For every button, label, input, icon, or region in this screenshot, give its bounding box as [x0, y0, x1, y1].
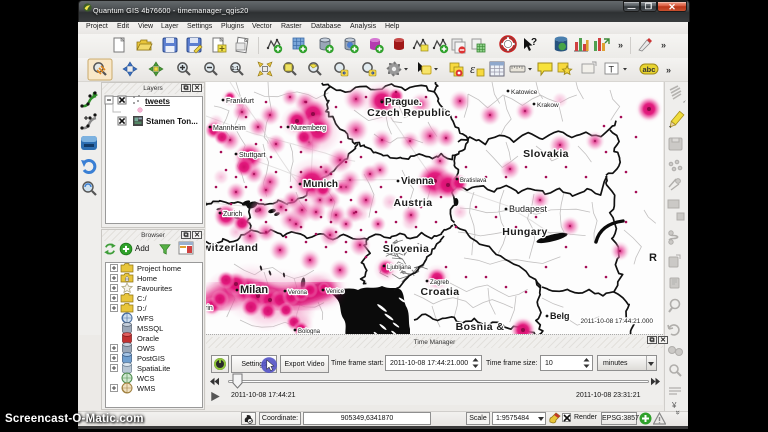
svg-text:WFS: WFS [137, 314, 154, 323]
svg-text:Ljubljana: Ljubljana [387, 265, 412, 271]
svg-text:ε: ε [470, 61, 476, 76]
svg-text:Stamen Ton...: Stamen Ton... [146, 117, 198, 126]
svg-text:Zurich: Zurich [223, 211, 243, 218]
svg-text:Budapest: Budapest [509, 204, 548, 214]
svg-text:MSSQL: MSSQL [137, 324, 163, 333]
svg-text:D:/: D:/ [137, 304, 148, 313]
svg-text:Stuttgart: Stuttgart [239, 152, 266, 159]
svg-text:R: R [649, 252, 657, 264]
svg-text:Frankfurt: Frankfurt [226, 98, 254, 105]
svg-text:1:1: 1:1 [232, 66, 239, 72]
svg-text:?: ? [531, 37, 537, 48]
svg-text:C:/: C:/ [137, 294, 148, 303]
svg-text:Milan: Milan [240, 284, 268, 296]
svg-text:Slovenia: Slovenia [383, 243, 429, 255]
svg-text:OWS: OWS [137, 344, 155, 353]
svg-text:rin: rin [206, 305, 213, 312]
svg-text:Krakow: Krakow [537, 102, 559, 109]
svg-text:Vienna: Vienna [401, 176, 434, 187]
svg-text:Bratislava: Bratislava [460, 178, 487, 184]
svg-text:Oracle: Oracle [137, 334, 159, 343]
svg-text:Hungary: Hungary [502, 226, 547, 238]
svg-text:T: T [609, 65, 615, 75]
svg-text:WCS: WCS [137, 374, 155, 383]
svg-text:»: » [666, 65, 671, 75]
svg-text:Munich: Munich [303, 179, 338, 190]
svg-text:WMS: WMS [137, 384, 155, 393]
svg-text:Verona: Verona [288, 290, 308, 296]
svg-text:Venice: Venice [326, 289, 345, 295]
svg-text:Favourites: Favourites [137, 284, 172, 293]
svg-text:witzerland: witzerland [206, 242, 258, 254]
svg-text:2011-10-08 17:44:21.000: 2011-10-08 17:44:21.000 [580, 318, 653, 325]
svg-text:Nuremberg: Nuremberg [291, 125, 326, 132]
svg-text:Katowice: Katowice [511, 89, 538, 96]
svg-text:Czech Republic: Czech Republic [367, 107, 451, 119]
svg-text:»: » [618, 40, 623, 50]
svg-text:Austria: Austria [394, 197, 433, 209]
svg-text:tweets: tweets [145, 97, 170, 106]
svg-text:¥: ¥ [671, 401, 677, 410]
svg-text:PostGIS: PostGIS [137, 354, 165, 363]
svg-text:»: » [661, 40, 666, 50]
svg-text:Croatia: Croatia [421, 286, 460, 298]
svg-text:Slovakia: Slovakia [523, 148, 569, 160]
svg-text:abc: abc [643, 65, 656, 74]
svg-text:SpatiaLite: SpatiaLite [137, 364, 170, 373]
svg-text:Home: Home [137, 274, 157, 283]
svg-text:Project home: Project home [137, 264, 181, 273]
svg-text:Mannheim: Mannheim [213, 125, 246, 132]
svg-text:Bosnia &: Bosnia & [456, 321, 505, 333]
svg-text:Belg: Belg [550, 311, 570, 321]
svg-text:Add: Add [135, 244, 149, 253]
